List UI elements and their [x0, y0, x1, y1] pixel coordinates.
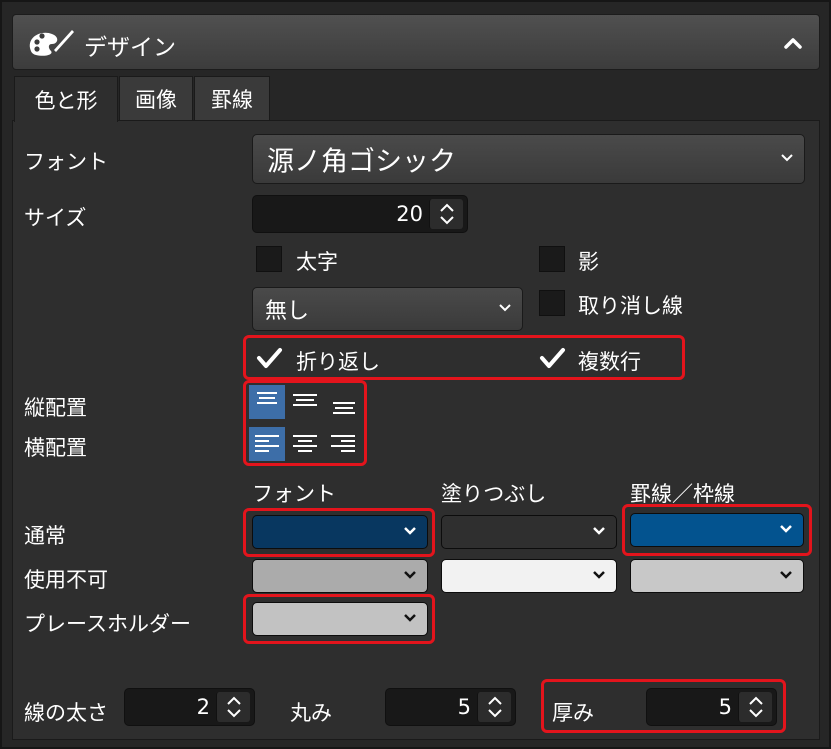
align-center-icon [293, 435, 317, 452]
font-select[interactable]: 源ノ角ゴシック [252, 134, 805, 184]
align-middle-icon [293, 394, 317, 406]
normal-row-label: 通常 [24, 524, 66, 548]
align-bottom-icon [333, 402, 355, 414]
align-right-icon [331, 435, 355, 452]
thickness-stepper[interactable]: 5 [646, 688, 777, 726]
palette-icon [29, 30, 74, 56]
font-select-value: 源ノ角ゴシック [267, 146, 456, 178]
bold-label: 太字 [296, 250, 338, 274]
shadow-checkbox[interactable] [539, 246, 565, 272]
vertical-align-label: 縦配置 [24, 396, 87, 420]
align-bottom-button[interactable] [325, 385, 361, 419]
multiline-label: 複数行 [578, 350, 641, 374]
chevron-down-icon [593, 571, 605, 579]
align-top-button[interactable] [249, 385, 285, 419]
thickness-label: 厚み [552, 701, 594, 725]
line-width-stepper[interactable]: 2 [124, 688, 255, 726]
chevron-down-icon [404, 614, 416, 622]
spin-down-icon[interactable] [487, 707, 503, 719]
placeholder-font-color-picker[interactable] [252, 602, 428, 636]
tab-border[interactable]: 罫線 [194, 76, 270, 120]
normal-font-color-picker[interactable] [252, 515, 428, 549]
chevron-down-icon [780, 525, 792, 533]
disabled-border-color-picker[interactable] [630, 559, 804, 593]
line-width-label: 線の太さ [24, 701, 108, 725]
chevron-down-icon [781, 154, 793, 162]
panel-title: デザイン [84, 35, 176, 61]
size-spin-buttons[interactable] [429, 199, 463, 229]
strikethrough-label: 取り消し線 [578, 294, 683, 318]
align-middle-button[interactable] [287, 385, 323, 419]
thickness-value: 5 [718, 695, 732, 719]
bold-checkbox[interactable] [256, 246, 282, 272]
chevron-down-icon [780, 571, 792, 579]
placeholder-row-label: プレースホルダー [24, 612, 191, 636]
disabled-row-label: 使用不可 [24, 568, 108, 592]
color-header-font: フォント [252, 482, 336, 506]
strikethrough-checkbox[interactable] [539, 290, 565, 316]
chevron-up-icon[interactable] [780, 30, 806, 56]
chevron-down-icon [404, 527, 416, 535]
check-icon[interactable] [537, 343, 567, 373]
roundness-stepper[interactable]: 5 [385, 688, 516, 726]
roundness-spin-buttons[interactable] [477, 692, 511, 722]
thickness-spin-buttons[interactable] [738, 692, 772, 722]
size-label: サイズ [24, 206, 87, 230]
underline-select-value: 無し [265, 299, 310, 324]
color-header-fill: 塗りつぶし [441, 482, 547, 506]
roundness-value: 5 [457, 695, 471, 719]
align-top-icon [257, 392, 277, 404]
horizontal-align-label: 横配置 [24, 436, 87, 460]
tab-color-shape[interactable]: 色と形 [14, 76, 118, 122]
align-center-button[interactable] [287, 427, 323, 461]
check-icon[interactable] [254, 343, 284, 373]
spin-up-icon[interactable] [487, 695, 503, 707]
chevron-down-icon [593, 527, 605, 535]
spin-up-icon[interactable] [226, 695, 242, 707]
normal-fill-color-picker[interactable] [441, 515, 617, 549]
normal-border-color-picker[interactable] [630, 513, 804, 547]
spin-up-icon[interactable] [439, 202, 455, 214]
spin-down-icon[interactable] [439, 214, 455, 226]
underline-select[interactable]: 無し [252, 287, 523, 331]
align-left-icon [255, 435, 279, 452]
line-width-value: 2 [196, 695, 210, 719]
spin-down-icon[interactable] [226, 707, 242, 719]
wrap-label: 折り返し [296, 350, 380, 374]
spin-up-icon[interactable] [748, 695, 764, 707]
align-right-button[interactable] [325, 427, 361, 461]
disabled-fill-color-picker[interactable] [441, 559, 617, 593]
size-value: 20 [396, 202, 423, 226]
line-width-spin-buttons[interactable] [216, 692, 250, 722]
size-stepper[interactable]: 20 [252, 195, 468, 233]
font-label: フォント [24, 150, 108, 174]
shadow-label: 影 [578, 250, 599, 274]
chevron-down-icon [404, 571, 416, 579]
roundness-label: 丸み [290, 701, 332, 725]
chevron-down-icon [499, 304, 511, 312]
align-left-button[interactable] [249, 427, 285, 461]
spin-down-icon[interactable] [748, 707, 764, 719]
tab-image[interactable]: 画像 [119, 76, 193, 120]
disabled-font-color-picker[interactable] [252, 559, 428, 593]
